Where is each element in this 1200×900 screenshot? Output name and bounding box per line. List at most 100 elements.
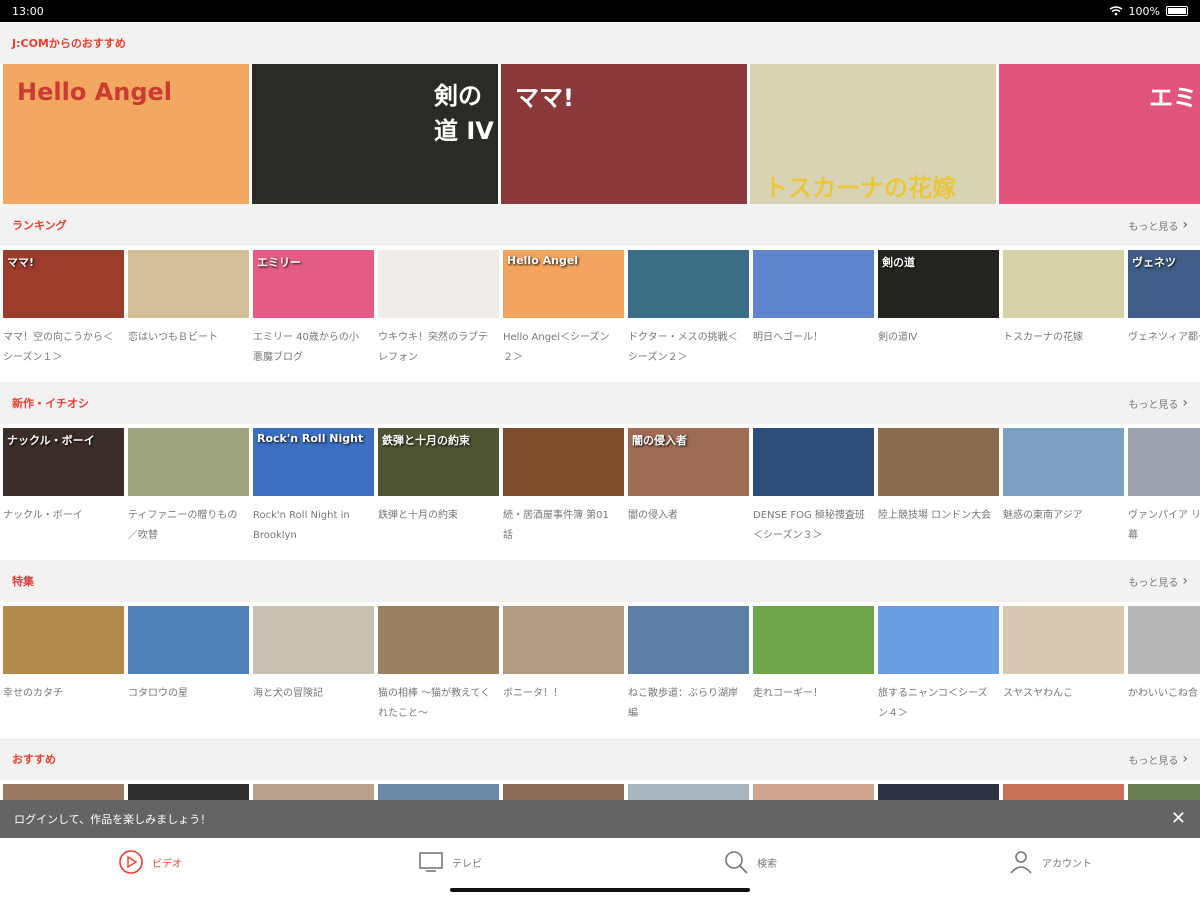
special-row[interactable]: 幸せのカタチ コタロウの星 海と犬の冒険記 猫の相棒 ～猫が教えてくれたこと～ ボニータ…: [0, 602, 1200, 738]
thumbnail: [878, 428, 999, 496]
hero-item-tuscany[interactable]: トスカーナの花嫁: [750, 64, 996, 204]
content-tile[interactable]: [1003, 784, 1124, 800]
content-tile[interactable]: [878, 784, 999, 800]
content-tile[interactable]: かわいいこね合 PART２: [1128, 606, 1200, 738]
thumbnail: ママ!: [3, 250, 124, 318]
content-tile[interactable]: [503, 784, 624, 800]
content-tile[interactable]: Hello Angel Hello Angel＜シーズン２＞: [503, 250, 624, 382]
tile-title: コタロウの星: [128, 688, 188, 699]
thumbnail: [378, 606, 499, 674]
content-tile[interactable]: ティファニーの贈りもの／吹替: [128, 428, 249, 560]
content-tile[interactable]: [753, 784, 874, 800]
tile-title: ナックル・ボーイ: [3, 510, 83, 521]
more-label: もっと見る: [1128, 755, 1179, 767]
tile-title: ウキウキ！突然のラブテレフォン: [378, 332, 488, 363]
thumbnail: 剣の道: [878, 250, 999, 318]
tv-icon: [419, 852, 443, 872]
content-tile[interactable]: 明日へゴール！: [753, 250, 874, 382]
content-tile[interactable]: 猫の相棒 ～猫が教えてくれたこと～: [378, 606, 499, 738]
content-tile[interactable]: 剣の道 剣の道Ⅳ: [878, 250, 999, 382]
hero-item-ken-no-michi[interactable]: 剣の道 IV: [252, 64, 498, 204]
hero-title: Hello Angel: [17, 78, 173, 106]
content-tile[interactable]: コタロウの星: [128, 606, 249, 738]
tile-title: 恋はいつもＢビート: [128, 332, 218, 343]
content-tile[interactable]: トスカーナの花嫁: [1003, 250, 1124, 382]
thumbnail: [628, 784, 749, 800]
tab-search[interactable]: 検索: [600, 838, 900, 886]
tile-title: DENSE FOG 極秘捜査班＜シーズン３＞: [753, 510, 865, 541]
hero-item-mama[interactable]: ママ!: [501, 64, 747, 204]
content-tile[interactable]: [128, 784, 249, 800]
content-tile[interactable]: 恋はいつもＢビート: [128, 250, 249, 382]
section-title-osusume: おすすめ: [12, 753, 56, 766]
thumbnail: [128, 606, 249, 674]
thumbnail: [1003, 250, 1124, 318]
section-header-special: 特集 もっと見る ›: [0, 560, 1200, 602]
content-tile[interactable]: ママ! ママ！空の向こうから＜シーズン１＞: [3, 250, 124, 382]
hero-title: ママ!: [515, 84, 574, 112]
content-tile[interactable]: DENSE FOG 極秘捜査班＜シーズン３＞: [753, 428, 874, 560]
close-icon[interactable]: ✕: [1171, 810, 1186, 828]
more-button-ranking[interactable]: もっと見る ›: [1128, 217, 1188, 233]
content-tile[interactable]: スヤスヤわんこ: [1003, 606, 1124, 738]
content-tile[interactable]: [1128, 784, 1200, 800]
content-tile[interactable]: ナックル・ボーイ ナックル・ボーイ: [3, 428, 124, 560]
tile-title: ティファニーの贈りもの／吹替: [128, 510, 238, 541]
search-icon: [725, 851, 748, 874]
content-tile[interactable]: ボニータ！！: [503, 606, 624, 738]
thumbnail: [878, 784, 999, 800]
tab-account[interactable]: アカウント: [900, 838, 1200, 886]
content-tile[interactable]: 闇の侵入者 闇の侵入者: [628, 428, 749, 560]
tile-title: かわいいこね合 PART２: [1128, 688, 1200, 699]
content-tile[interactable]: 鉄弾と十月の約束 鉄弾と十月の約束: [378, 428, 499, 560]
tile-title: 旅するニャンコ＜シーズン４＞: [878, 688, 988, 719]
chevron-right-icon: ›: [1182, 573, 1188, 589]
ranking-row[interactable]: ママ! ママ！空の向こうから＜シーズン１＞ 恋はいつもＢビート エミリー エミリー 40…: [0, 246, 1200, 382]
tab-video[interactable]: ビデオ: [0, 838, 300, 886]
content-tile[interactable]: ヴァンパイア リーズ／字幕: [1128, 428, 1200, 560]
section-header-new: 新作・イチオシ もっと見る ›: [0, 382, 1200, 424]
login-toast[interactable]: ログインして、作品を楽しみましょう！ ✕: [0, 800, 1200, 838]
content-tile[interactable]: 続・居酒屋事件簿 第01話: [503, 428, 624, 560]
thumbnail: エミリー: [253, 250, 374, 318]
thumbnail: [378, 250, 499, 318]
more-button-special[interactable]: もっと見る ›: [1128, 573, 1188, 589]
tab-tv[interactable]: テレビ: [300, 838, 600, 886]
osusume-row[interactable]: [0, 780, 1200, 800]
content-tile[interactable]: ねこ散歩道：ぶらり湖岸編: [628, 606, 749, 738]
content-tile[interactable]: 海と犬の冒険記: [253, 606, 374, 738]
hero-item-hello-angel[interactable]: Hello Angel: [3, 64, 249, 204]
tile-title: ねこ散歩道：ぶらり湖岸編: [628, 688, 738, 719]
content-tile[interactable]: 陸上競技場 ロンドン大会: [878, 428, 999, 560]
hero-title: 剣の道 IV: [434, 82, 494, 145]
tile-title: 幸せのカタチ: [3, 688, 63, 699]
content-tile[interactable]: ウキウキ！突然のラブテレフォン: [378, 250, 499, 382]
content-tile[interactable]: [378, 784, 499, 800]
hero-carousel[interactable]: Hello Angel 剣の道 IV ママ! トスカーナの花嫁 エミリー: [0, 64, 1200, 204]
content-tile[interactable]: ドクター・メスの挑戦＜シーズン２＞: [628, 250, 749, 382]
main-content[interactable]: J:COMからのおすすめ Hello Angel 剣の道 IV ママ! トスカーナの花…: [0, 22, 1200, 800]
content-tile[interactable]: [253, 784, 374, 800]
content-tile[interactable]: 幸せのカタチ: [3, 606, 124, 738]
thumbnail: [503, 606, 624, 674]
content-tile[interactable]: Rock'n Roll Night Rock'n Roll Night in Br…: [253, 428, 374, 560]
content-tile[interactable]: エミリー エミリー 40歳からの小悪魔ブログ: [253, 250, 374, 382]
content-tile[interactable]: ヴェネツ ヴェネツィア都～: [1128, 250, 1200, 382]
content-tile[interactable]: [3, 784, 124, 800]
tile-title: Rock'n Roll Night in Brooklyn: [253, 510, 350, 541]
content-tile[interactable]: [628, 784, 749, 800]
new-row[interactable]: ナックル・ボーイ ナックル・ボーイ ティファニーの贈りもの／吹替 Rock'n Rol…: [0, 424, 1200, 560]
home-indicator: [450, 888, 750, 892]
content-tile[interactable]: 旅するニャンコ＜シーズン４＞: [878, 606, 999, 738]
content-tile[interactable]: 走れコーギー！: [753, 606, 874, 738]
more-button-new[interactable]: もっと見る ›: [1128, 395, 1188, 411]
content-tile[interactable]: 魅惑の東南アジア: [1003, 428, 1124, 560]
more-button-osusume[interactable]: もっと見る ›: [1128, 751, 1188, 767]
thumbnail-label: 鉄弾と十月の約束: [382, 434, 470, 447]
more-label: もっと見る: [1128, 221, 1179, 233]
tile-title: スヤスヤわんこ: [1003, 688, 1073, 699]
tile-title: 明日へゴール！: [753, 332, 823, 343]
thumbnail: [1128, 428, 1200, 496]
hero-item-emily[interactable]: エミリー: [999, 64, 1200, 204]
thumbnail: [128, 250, 249, 318]
